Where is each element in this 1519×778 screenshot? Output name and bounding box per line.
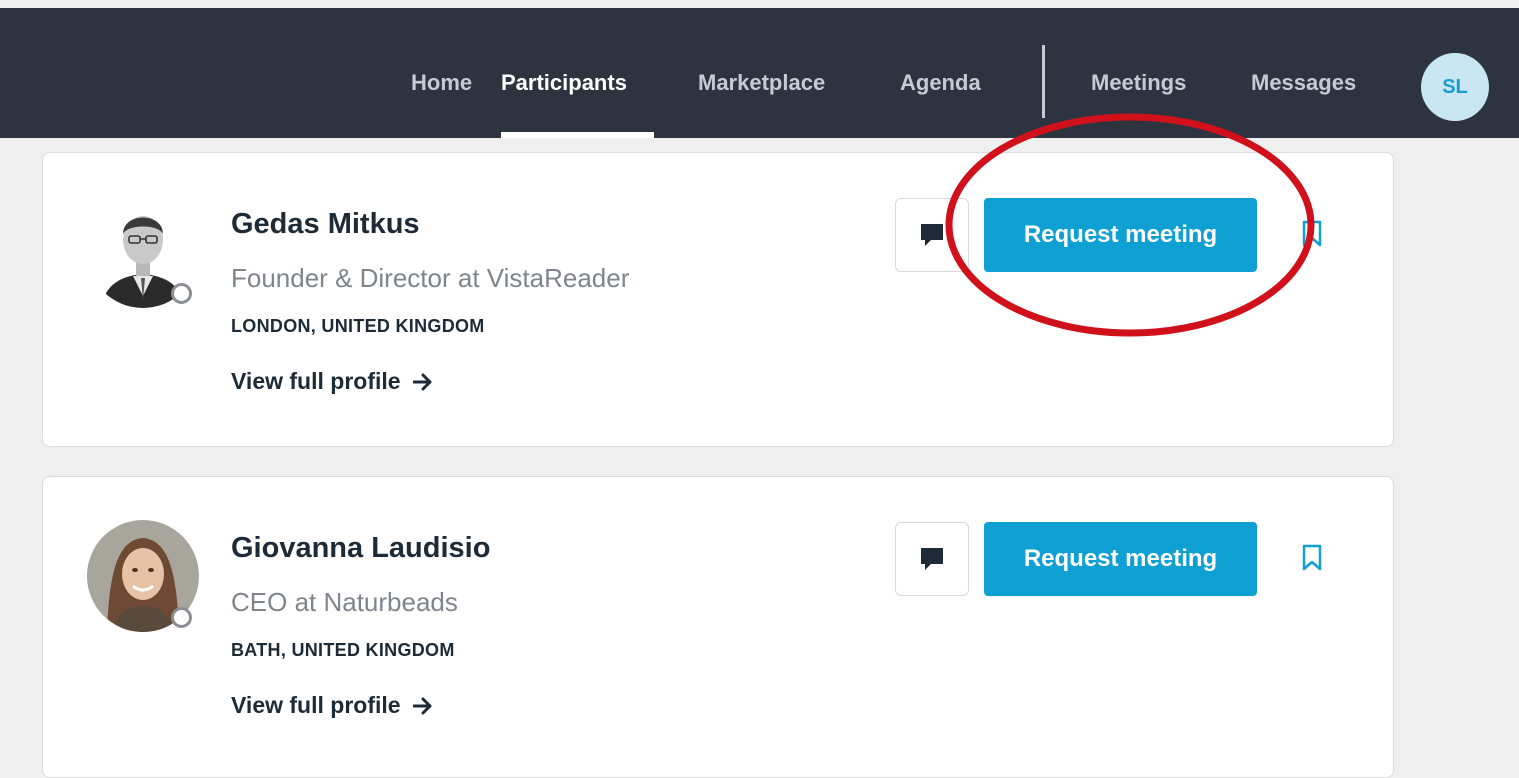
participant-card: Gedas Mitkus Founder & Director at Vista…: [42, 152, 1394, 447]
nav-participants[interactable]: Participants: [501, 70, 627, 96]
view-full-profile-link[interactable]: View full profile: [231, 368, 433, 395]
nav-meetings[interactable]: Meetings: [1091, 70, 1186, 96]
participant-title: CEO at Naturbeads: [231, 587, 458, 617]
participant-location: BATH, UNITED KINGDOM: [231, 640, 455, 660]
nav-home[interactable]: Home: [411, 70, 472, 96]
offline-status-indicator: [171, 283, 192, 304]
active-tab-indicator: [501, 132, 654, 138]
chat-bubble-icon: [921, 548, 943, 570]
participant-location: LONDON, UNITED KINGDOM: [231, 316, 485, 336]
chat-bubble-icon: [921, 224, 943, 246]
view-full-profile-label: View full profile: [231, 692, 401, 718]
request-meeting-button[interactable]: Request meeting: [984, 198, 1257, 272]
view-full-profile-label: View full profile: [231, 368, 401, 394]
offline-status-indicator: [171, 607, 192, 628]
request-meeting-button[interactable]: Request meeting: [984, 522, 1257, 596]
nav-divider: [1042, 45, 1045, 118]
send-message-button[interactable]: [895, 198, 969, 272]
bookmark-icon[interactable]: [1301, 220, 1323, 248]
top-nav-bar: Home Participants Marketplace Agenda Mee…: [0, 8, 1519, 138]
user-avatar[interactable]: SL: [1421, 53, 1489, 121]
arrow-right-icon: [412, 697, 432, 714]
arrow-right-icon: [412, 373, 432, 390]
bookmark-icon[interactable]: [1301, 544, 1323, 572]
nav-agenda[interactable]: Agenda: [900, 70, 981, 96]
participant-title: Founder & Director at VistaReader: [231, 263, 630, 293]
participant-name: Gedas Mitkus: [231, 208, 420, 240]
participant-card: Giovanna Laudisio CEO at Naturbeads BATH…: [42, 476, 1394, 778]
participant-name: Giovanna Laudisio: [231, 532, 491, 564]
nav-marketplace[interactable]: Marketplace: [698, 70, 825, 96]
nav-messages[interactable]: Messages: [1251, 70, 1356, 96]
view-full-profile-link[interactable]: View full profile: [231, 692, 433, 719]
send-message-button[interactable]: [895, 522, 969, 596]
